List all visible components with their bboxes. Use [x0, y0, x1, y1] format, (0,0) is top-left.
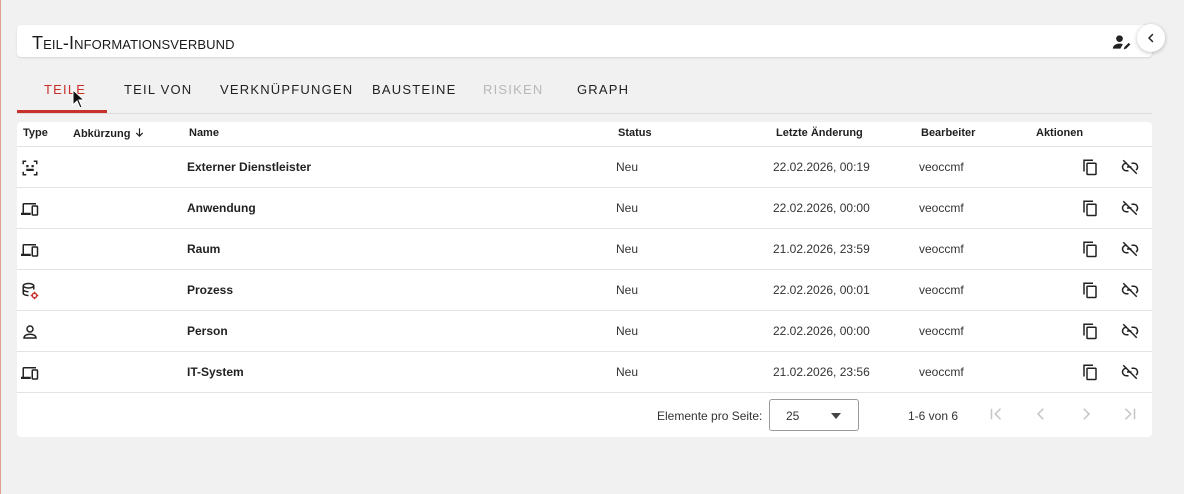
- column-header-editor[interactable]: Bearbeiter: [921, 127, 975, 139]
- copy-icon[interactable]: [1081, 363, 1099, 381]
- person-icon: [23, 325, 37, 339]
- row-status: Neu: [616, 365, 639, 379]
- row-name: IT-System: [187, 365, 244, 379]
- per-page-value: 25: [786, 409, 800, 423]
- row-status: Neu: [616, 324, 639, 338]
- range-label: 1-6 von 6: [908, 409, 959, 423]
- row-last-change: 22.02.2026, 00:00: [773, 324, 870, 338]
- devices-icon: [21, 203, 39, 216]
- table-row[interactable]: Anwendung Neu 22.02.2026, 00:00 veoccmf: [17, 187, 1152, 228]
- children-table: Type Abkürzung Name Status Letzte Änderu…: [17, 122, 1152, 437]
- dropdown-arrow-icon: [831, 413, 841, 419]
- unlink-icon[interactable]: [1121, 199, 1139, 217]
- scope-icon: [22, 160, 38, 176]
- row-last-change: 22.02.2026, 00:01: [773, 283, 870, 297]
- tab-graph[interactable]: Graph: [577, 82, 629, 97]
- mouse-cursor-icon: [72, 89, 86, 109]
- column-header-last-change[interactable]: Letzte Änderung: [776, 127, 863, 139]
- copy-icon[interactable]: [1081, 199, 1099, 217]
- row-status: Neu: [616, 242, 639, 256]
- table-row[interactable]: Prozess Neu 22.02.2026, 00:01 veoccmf: [17, 269, 1152, 310]
- row-editor: veoccmf: [919, 365, 964, 379]
- tab-bausteine[interactable]: Bausteine: [372, 82, 456, 97]
- tab-risiken: Risiken: [483, 82, 544, 97]
- table-paginator: Elemente pro Seite: 25 1-6 von 6: [17, 392, 1152, 437]
- devices-icon: [21, 367, 39, 380]
- page-title: Teil-Informationsverbund: [32, 33, 235, 53]
- column-header-status[interactable]: Status: [618, 127, 652, 139]
- unlink-icon[interactable]: [1121, 158, 1139, 176]
- table-row[interactable]: Person Neu 22.02.2026, 00:00 veoccmf: [17, 310, 1152, 351]
- column-header-actions: Aktionen: [1036, 127, 1084, 139]
- last-page-icon[interactable]: [1121, 405, 1139, 423]
- column-header-type[interactable]: Type: [23, 127, 48, 139]
- table-row[interactable]: Externer Dienstleister Neu 22.02.2026, 0…: [17, 146, 1152, 187]
- unlink-icon[interactable]: [1121, 240, 1139, 258]
- row-status: Neu: [616, 160, 639, 174]
- database-settings-icon: [22, 282, 39, 300]
- first-page-icon[interactable]: [987, 405, 1005, 423]
- per-page-select[interactable]: 25: [769, 399, 859, 431]
- row-editor: veoccmf: [919, 160, 964, 174]
- copy-icon[interactable]: [1081, 281, 1099, 299]
- table-row[interactable]: IT-System Neu 21.02.2026, 23:56 veoccmf: [17, 351, 1152, 392]
- row-name: Externer Dienstleister: [187, 160, 312, 174]
- collapse-panel-button[interactable]: [1137, 24, 1165, 52]
- unlink-icon[interactable]: [1121, 363, 1139, 381]
- row-name: Raum: [187, 242, 221, 256]
- chevron-left-icon: [1148, 33, 1154, 43]
- column-header-name[interactable]: Name: [189, 127, 219, 139]
- row-name: Anwendung: [187, 201, 256, 215]
- active-tab-indicator: [17, 110, 107, 113]
- unlink-icon[interactable]: [1121, 281, 1139, 299]
- tab-teil-von[interactable]: Teil von: [124, 82, 192, 97]
- copy-icon[interactable]: [1081, 158, 1099, 176]
- copy-icon[interactable]: [1081, 240, 1099, 258]
- row-last-change: 22.02.2026, 00:00: [773, 201, 870, 215]
- person-edit-icon[interactable]: [1112, 32, 1132, 52]
- row-editor: veoccmf: [919, 283, 964, 297]
- row-status: Neu: [616, 201, 639, 215]
- row-editor: veoccmf: [919, 324, 964, 338]
- arrow-down-icon: [135, 128, 143, 138]
- page-header: Teil-Informationsverbund: [17, 25, 1152, 57]
- previous-page-icon[interactable]: [1032, 405, 1050, 423]
- column-header-abbreviation[interactable]: Abkürzung: [73, 127, 145, 140]
- tab-bar: Teile Teil von Verknüpfungen Bausteine R…: [17, 70, 1152, 114]
- column-header-abbreviation-label: Abkürzung: [73, 128, 131, 140]
- next-page-icon[interactable]: [1077, 405, 1095, 423]
- row-editor: veoccmf: [919, 201, 964, 215]
- copy-icon[interactable]: [1081, 322, 1099, 340]
- devices-icon: [21, 244, 39, 257]
- window-edge: [0, 0, 1, 494]
- row-name: Prozess: [187, 283, 234, 297]
- row-editor: veoccmf: [919, 242, 964, 256]
- row-last-change: 21.02.2026, 23:56: [773, 365, 870, 379]
- tab-verknuepfungen[interactable]: Verknüpfungen: [220, 82, 353, 97]
- unlink-icon[interactable]: [1121, 322, 1139, 340]
- per-page-label: Elemente pro Seite:: [657, 409, 763, 423]
- row-last-change: 21.02.2026, 23:59: [773, 242, 870, 256]
- row-status: Neu: [616, 283, 639, 297]
- row-name: Person: [187, 324, 228, 338]
- row-last-change: 22.02.2026, 00:19: [773, 160, 870, 174]
- table-row[interactable]: Raum Neu 21.02.2026, 23:59 veoccmf: [17, 228, 1152, 269]
